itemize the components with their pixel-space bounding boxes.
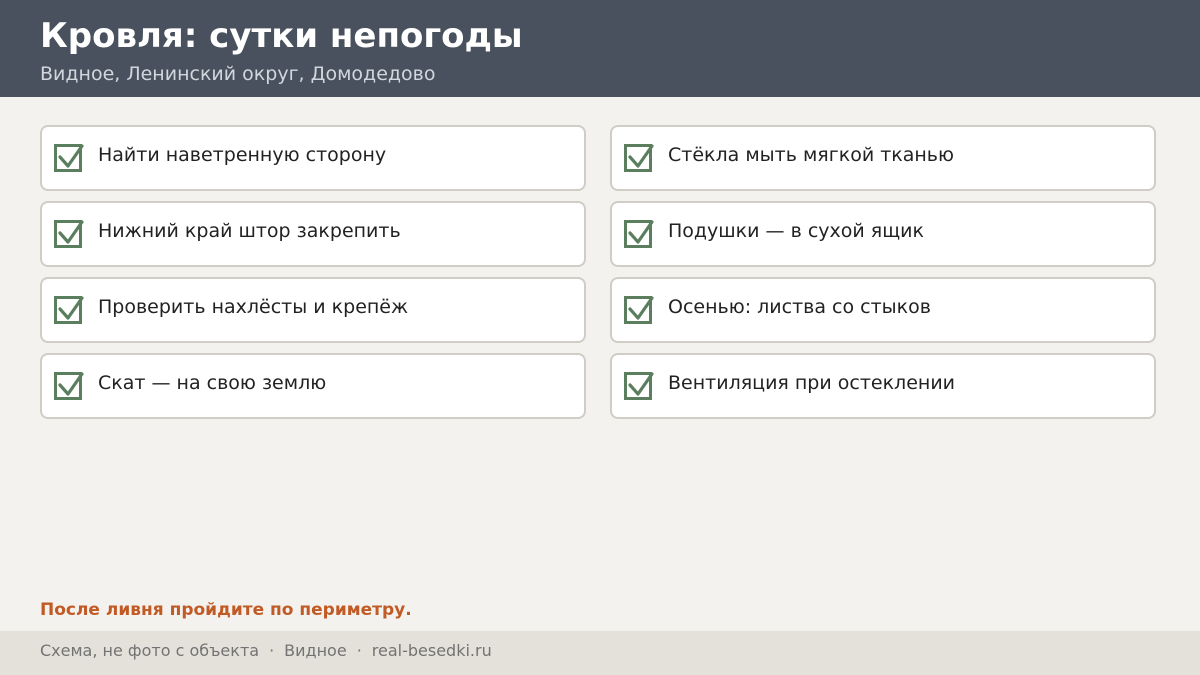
checklist-item: Проверить нахлёсты и крепёж <box>40 277 586 343</box>
checklist-item: Найти наветренную сторону <box>40 125 586 191</box>
checklist-item-label: Проверить нахлёсты и крепёж <box>98 296 409 318</box>
checklist-item-label: Скат — на свою землю <box>98 372 327 394</box>
header: Кровля: сутки непогоды Видное, Ленинский… <box>0 0 1200 97</box>
checklist-item: Подушки — в сухой ящик <box>610 201 1156 267</box>
checkbox-checked-icon[interactable] <box>624 144 654 172</box>
footer-caption: Схема, не фото с объекта <box>40 641 260 660</box>
checklist-item-label: Стёкла мыть мягкой тканью <box>668 144 955 166</box>
checklist-item-label: Найти наветренную сторону <box>98 144 387 166</box>
checkbox-checked-icon[interactable] <box>54 220 84 248</box>
checklist-item: Вентиляция при остеклении <box>610 353 1156 419</box>
checkbox-checked-icon[interactable] <box>624 296 654 324</box>
checklist: Найти наветренную сторону Стёкла мыть мя… <box>40 125 1156 419</box>
checklist-item: Стёкла мыть мягкой тканью <box>610 125 1156 191</box>
checkbox-checked-icon[interactable] <box>54 296 84 324</box>
checklist-item-label: Вентиляция при остеклении <box>668 372 956 394</box>
callout-note: После ливня пройдите по периметру. <box>40 600 412 620</box>
checkbox-checked-icon[interactable] <box>54 372 84 400</box>
checkbox-checked-icon[interactable] <box>624 220 654 248</box>
page-subtitle: Видное, Ленинский округ, Домодедово <box>40 63 436 85</box>
footer-text: Схема, не фото с объекта · Видное · real-bes… <box>40 640 492 662</box>
checkbox-checked-icon[interactable] <box>624 372 654 400</box>
page-title: Кровля: сутки непогоды <box>40 16 523 56</box>
checkbox-checked-icon[interactable] <box>54 144 84 172</box>
footer-city: Видное <box>284 641 347 660</box>
checklist-item: Нижний край штор закрепить <box>40 201 586 267</box>
checklist-item-label: Нижний край штор закрепить <box>98 220 401 242</box>
checklist-item-label: Подушки — в сухой ящик <box>668 220 924 242</box>
footer-separator: · <box>356 641 362 660</box>
footer: Схема, не фото с объекта · Видное · real-bes… <box>0 631 1200 675</box>
footer-separator: · <box>269 641 275 660</box>
checklist-item: Осенью: листва со стыков <box>610 277 1156 343</box>
checklist-item: Скат — на свою землю <box>40 353 586 419</box>
footer-site-link[interactable]: real-besedki.ru <box>372 641 492 660</box>
checklist-item-label: Осенью: листва со стыков <box>668 296 931 318</box>
